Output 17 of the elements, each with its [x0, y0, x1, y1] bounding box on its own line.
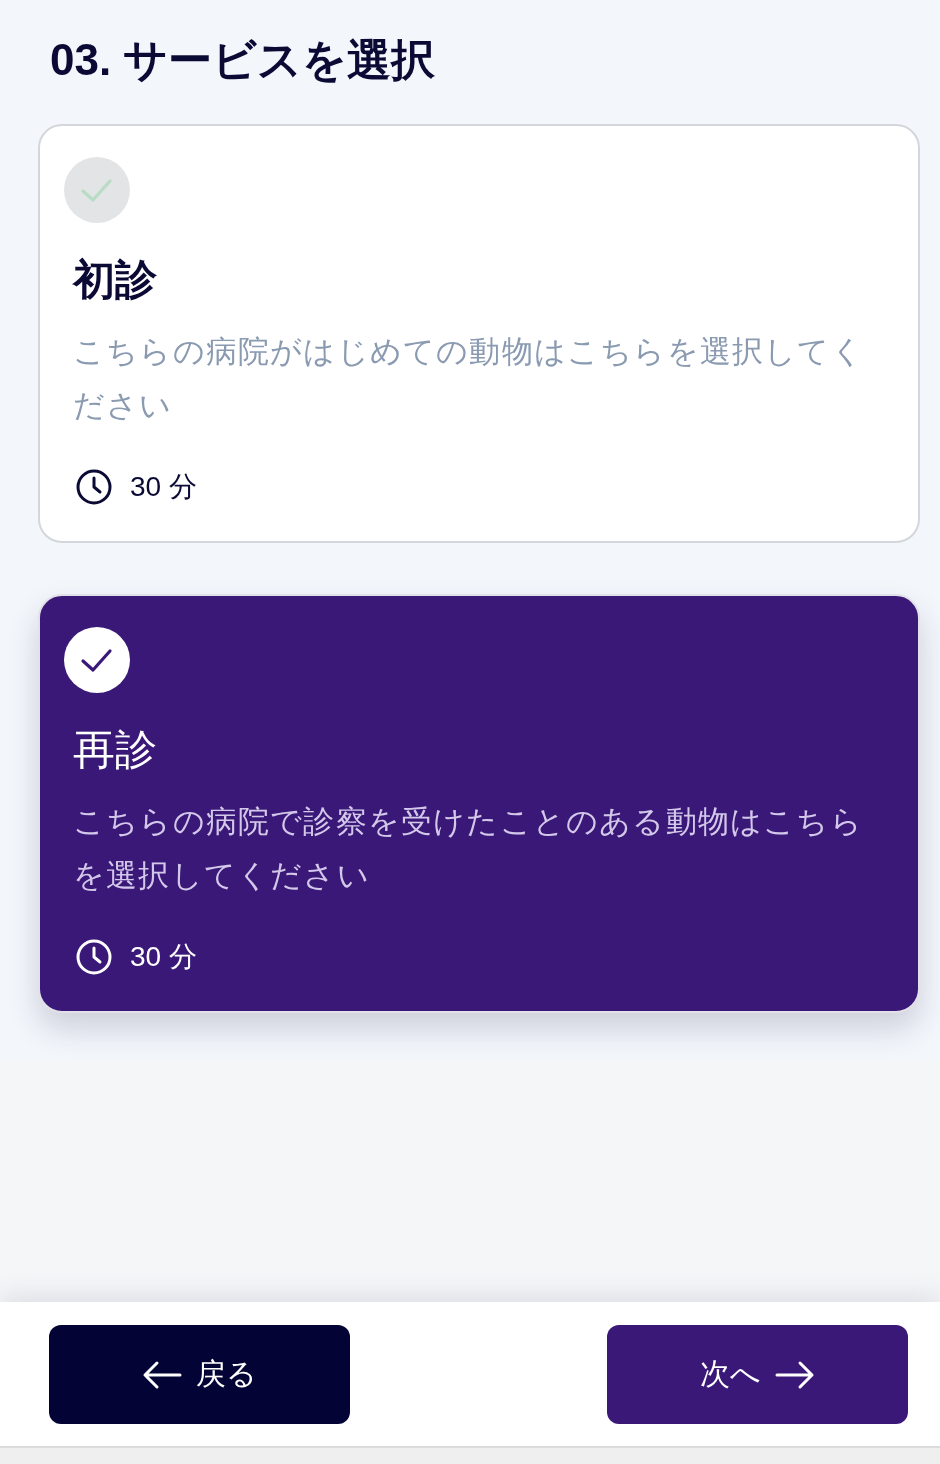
check-icon	[64, 157, 130, 223]
clock-icon	[76, 469, 112, 505]
service-description: こちらの病院がはじめての動物はこちらを選択してください	[73, 333, 865, 425]
back-button[interactable]: 戻る	[49, 1325, 350, 1424]
arrow-left-icon	[142, 1359, 182, 1390]
service-card[interactable]: 再診 こちらの病院で診察を受けたことのある動物はこちらを選択してください 30 分	[38, 594, 920, 1013]
check-icon	[64, 627, 130, 693]
service-name: 再診	[73, 725, 157, 775]
duration-text: 30 分	[130, 470, 197, 504]
next-button[interactable]: 次へ	[607, 1325, 908, 1424]
duration-text: 30 分	[130, 940, 197, 974]
clock-icon	[76, 939, 112, 975]
page-title: 03. サービスを選択	[50, 34, 437, 86]
service-name: 初診	[73, 255, 157, 305]
service-card[interactable]: 初診 こちらの病院がはじめての動物はこちらを選択してください 30 分	[38, 124, 920, 543]
service-description: こちらの病院で診察を受けたことのある動物はこちらを選択してください	[73, 803, 864, 895]
arrow-right-icon	[775, 1359, 815, 1390]
